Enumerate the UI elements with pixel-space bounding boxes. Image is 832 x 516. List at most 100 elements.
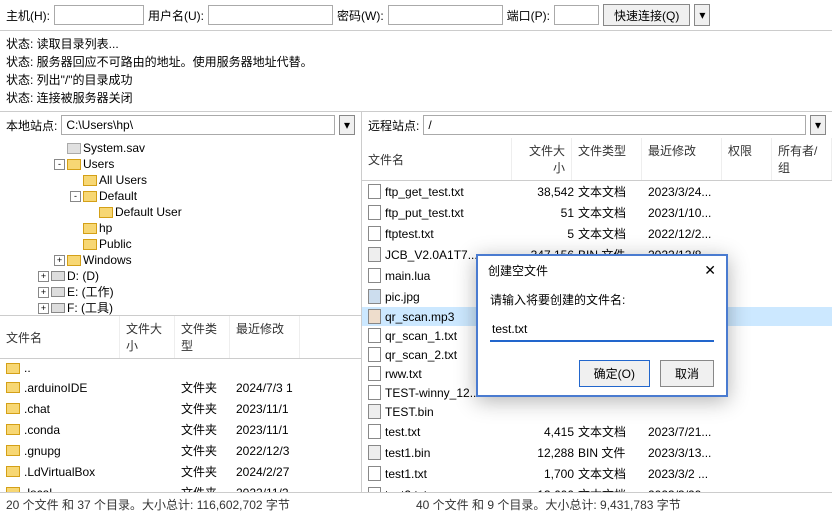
remote-status: 40 个文件 和 9 个目录。大小总计: 9,431,783 字节 <box>416 496 826 513</box>
file-date <box>234 367 304 369</box>
tree-label: System.sav <box>83 140 145 156</box>
tree-item[interactable]: Public <box>4 236 357 252</box>
tree-label: F: (工具) <box>67 300 113 316</box>
tree-label: Public <box>99 236 132 252</box>
host-label: 主机(H): <box>6 7 50 24</box>
tree-item[interactable]: System.sav <box>4 140 357 156</box>
col-name[interactable]: 文件名 <box>362 138 512 180</box>
host-input[interactable] <box>54 5 144 25</box>
local-tree[interactable]: System.sav - Users All Users - Default D… <box>0 138 361 316</box>
list-item[interactable]: test1.bin 12,288 BIN 文件 2023/3/13... <box>362 442 832 463</box>
file-date: 2023/3/2 ... <box>646 466 726 482</box>
tree-item[interactable]: - Default <box>4 188 357 204</box>
binary-file-icon <box>368 247 381 262</box>
file-type: 文本文档 <box>576 182 646 201</box>
file-icon <box>368 184 381 199</box>
file-name: test2.txt <box>385 488 427 493</box>
file-type: 文件夹 <box>179 441 234 460</box>
tree-toggle[interactable]: - <box>70 191 81 202</box>
tree-item[interactable]: + E: (工作) <box>4 284 357 300</box>
col-size[interactable]: 文件大小 <box>512 138 572 180</box>
tree-item[interactable]: All Users <box>4 172 357 188</box>
list-item[interactable]: TEST.bin <box>362 402 832 421</box>
file-size: 4,415 <box>516 424 576 440</box>
list-item[interactable]: ftp_get_test.txt 38,542 文本文档 2023/3/24..… <box>362 181 832 202</box>
local-path-input[interactable] <box>61 115 335 135</box>
file-name: qr_scan_1.txt <box>385 329 457 343</box>
list-item[interactable]: .. <box>0 359 361 377</box>
list-item[interactable]: .gnupg 文件夹 2022/12/3 <box>0 440 361 461</box>
file-name: .chat <box>24 402 50 416</box>
status-line: 状态: 连接被服务器关闭 <box>6 89 826 107</box>
file-name: qr_scan.mp3 <box>385 310 454 324</box>
tree-item[interactable]: + D: (D) <box>4 268 357 284</box>
list-item[interactable]: .chat 文件夹 2023/11/1 <box>0 398 361 419</box>
file-name: ftp_get_test.txt <box>385 185 464 199</box>
folder-icon <box>83 239 97 250</box>
ok-button[interactable]: 确定(O) <box>579 360 650 387</box>
tree-item[interactable]: + Windows <box>4 252 357 268</box>
file-size <box>124 429 179 431</box>
tree-item[interactable]: - Users <box>4 156 357 172</box>
file-icon <box>368 487 381 492</box>
tree-item[interactable]: + F: (工具) <box>4 300 357 316</box>
tree-toggle[interactable]: + <box>38 271 49 282</box>
local-path-dropdown[interactable]: ▾ <box>339 115 355 135</box>
col-date[interactable]: 最近修改 <box>642 138 722 180</box>
col-perm[interactable]: 权限 <box>722 138 772 180</box>
file-name: test.txt <box>385 425 420 439</box>
status-line: 状态: 服务器回应不可路由的地址。使用服务器地址代替。 <box>6 53 826 71</box>
tree-toggle[interactable]: - <box>54 159 65 170</box>
list-item[interactable]: test1.txt 1,700 文本文档 2023/3/2 ... <box>362 463 832 484</box>
close-icon[interactable]: ✕ <box>704 262 716 279</box>
dialog-prompt: 请输入将要创建的文件名: <box>490 291 714 308</box>
tree-item[interactable]: hp <box>4 220 357 236</box>
tree-toggle[interactable]: + <box>38 303 49 314</box>
col-name[interactable]: 文件名 <box>0 316 120 358</box>
list-item[interactable]: .local 文件夹 2022/11/2 <box>0 482 361 492</box>
file-date: 2023/3/29... <box>646 487 726 493</box>
list-item[interactable]: ftptest.txt 5 文本文档 2022/12/2... <box>362 223 832 244</box>
pass-label: 密码(W): <box>337 7 384 24</box>
folder-icon <box>67 255 81 266</box>
file-name: TEST-winny_12... <box>385 386 480 400</box>
status-bar: 20 个文件 和 37 个目录。大小总计: 116,602,702 字节 40 … <box>0 492 832 516</box>
port-input[interactable] <box>554 5 599 25</box>
local-file-list[interactable]: 文件名 文件大小 文件类型 最近修改 .. .arduinoIDE 文件夹 20… <box>0 316 361 492</box>
file-date <box>646 411 726 413</box>
col-type[interactable]: 文件类型 <box>175 316 230 358</box>
col-own[interactable]: 所有者/组 <box>772 138 832 180</box>
pass-input[interactable] <box>388 5 503 25</box>
col-size[interactable]: 文件大小 <box>120 316 175 358</box>
remote-path-input[interactable] <box>423 115 806 135</box>
binary-file-icon <box>368 404 381 419</box>
list-item[interactable]: .LdVirtualBox 文件夹 2024/2/27 <box>0 461 361 482</box>
tree-toggle[interactable]: + <box>54 255 65 266</box>
list-item[interactable]: .conda 文件夹 2023/11/1 <box>0 419 361 440</box>
tree-label: Windows <box>83 252 132 268</box>
folder-icon <box>67 143 81 154</box>
cancel-button[interactable]: 取消 <box>660 360 714 387</box>
list-item[interactable]: ftp_put_test.txt 51 文本文档 2023/1/10... <box>362 202 832 223</box>
tree-toggle[interactable]: + <box>38 287 49 298</box>
col-date[interactable]: 最近修改 <box>230 316 300 358</box>
file-size: 5 <box>516 226 576 242</box>
file-size <box>124 367 179 369</box>
remote-path-dropdown[interactable]: ▾ <box>810 115 826 135</box>
file-type <box>576 411 646 413</box>
file-icon <box>368 205 381 220</box>
file-name: test1.bin <box>385 446 430 460</box>
list-item[interactable]: test.txt 4,415 文本文档 2023/7/21... <box>362 421 832 442</box>
quick-connect-button[interactable]: 快速连接(Q) <box>603 4 690 26</box>
col-type[interactable]: 文件类型 <box>572 138 642 180</box>
file-type: 文件夹 <box>179 483 234 492</box>
list-item[interactable]: .arduinoIDE 文件夹 2024/7/3 1 <box>0 377 361 398</box>
filename-input[interactable] <box>490 318 714 342</box>
user-input[interactable] <box>208 5 333 25</box>
tree-item[interactable]: Default User <box>4 204 357 220</box>
file-size: 38,542 <box>516 184 576 200</box>
folder-icon <box>83 223 97 234</box>
connection-toolbar: 主机(H): 用户名(U): 密码(W): 端口(P): 快速连接(Q) ▾ <box>0 0 832 31</box>
list-item[interactable]: test2.txt 13,600 文本文档 2023/3/29... <box>362 484 832 492</box>
quick-connect-dropdown[interactable]: ▾ <box>694 4 710 26</box>
